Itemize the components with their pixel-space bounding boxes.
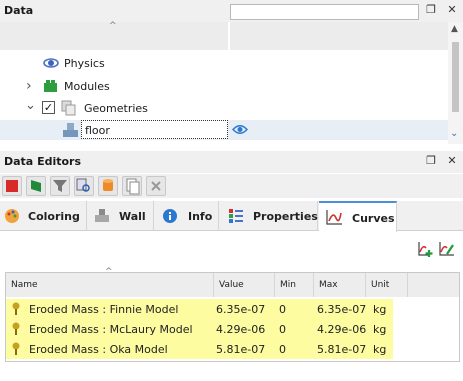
collapse-arrow-icon[interactable]: ⌄ — [25, 98, 36, 113]
cylinder-icon — [103, 179, 113, 191]
column-header-unit[interactable]: Unit — [366, 273, 408, 297]
table-row[interactable]: Eroded Mass : McLaury Model 4.29e-06 0 4… — [6, 319, 393, 339]
copy-button[interactable] — [122, 176, 142, 196]
row-unit: kg — [373, 303, 387, 316]
tree-item-geometries[interactable]: ⌄ ✓ Geometries — [0, 98, 448, 119]
scroll-down-icon[interactable]: ⌄ — [450, 128, 458, 139]
row-name: Eroded Mass : McLaury Model — [29, 323, 193, 336]
find-button[interactable] — [74, 176, 94, 196]
data-search-input[interactable] — [230, 4, 419, 20]
tab-label: Wall — [119, 210, 146, 223]
editors-panel-header: Data Editors ❐ ✕ — [0, 151, 463, 173]
floor-label-box[interactable]: floor — [81, 120, 228, 139]
tree-item-physics[interactable]: Physics — [0, 53, 448, 74]
table-row[interactable]: Eroded Mass : Oka Model 5.81e-07 0 5.81e… — [6, 339, 393, 359]
row-value: 5.81e-07 — [216, 343, 266, 356]
pin-icon — [12, 302, 20, 315]
find-icon — [76, 178, 90, 192]
row-name: Eroded Mass : Oka Model — [29, 343, 168, 356]
edit-curve-icon[interactable] — [438, 240, 456, 258]
physics-icon — [43, 58, 59, 68]
data-panel-header: Data ❐ ✕ — [0, 0, 463, 22]
pin-icon — [12, 322, 20, 335]
cube-button[interactable] — [2, 176, 22, 196]
row-min: 0 — [279, 343, 286, 356]
tree-item-modules[interactable]: › Modules — [0, 76, 448, 97]
flag-button[interactable] — [26, 176, 46, 196]
pin-icon — [12, 342, 20, 355]
restore-icon[interactable]: ❐ — [424, 3, 438, 17]
expand-arrow-icon[interactable]: › — [26, 78, 32, 94]
close-icon[interactable]: ✕ — [445, 3, 459, 17]
remove-icon — [151, 181, 161, 191]
restore-icon[interactable]: ❐ — [424, 154, 438, 168]
scroll-up-icon[interactable]: ▲ — [451, 24, 458, 34]
scroll-thumb[interactable] — [452, 42, 459, 112]
tab-curves[interactable]: Curves — [319, 201, 397, 232]
tab-info[interactable]: Info — [155, 201, 219, 231]
tab-label: Curves — [352, 212, 395, 225]
editors-panel-title: Data Editors — [4, 155, 82, 168]
row-unit: kg — [373, 323, 387, 336]
tree-item-label: floor — [85, 124, 110, 137]
copy-icon — [126, 178, 140, 195]
column-header-name[interactable]: Name — [6, 273, 214, 297]
tree-item-label: Geometries — [84, 102, 148, 115]
palette-icon — [5, 209, 19, 223]
tab-coloring[interactable]: Coloring — [0, 201, 87, 231]
editors-toolbar — [0, 174, 463, 198]
remove-button[interactable] — [146, 176, 166, 196]
green-flag-icon — [31, 180, 41, 192]
tab-label: Properties — [253, 210, 318, 223]
row-min: 0 — [279, 303, 286, 316]
filter-button[interactable] — [50, 176, 70, 196]
row-value: 4.29e-06 — [216, 323, 266, 336]
row-unit: kg — [373, 343, 387, 356]
tree-item-label: Modules — [64, 80, 110, 93]
tree-column-header-2[interactable] — [230, 22, 448, 50]
tree-item-label: Physics — [64, 57, 105, 70]
eye-icon[interactable] — [232, 124, 248, 135]
column-header-max[interactable]: Max — [314, 273, 366, 297]
tree-column-header[interactable]: ^ — [0, 21, 228, 50]
row-max: 6.35e-07 — [317, 303, 367, 316]
row-min: 0 — [279, 323, 286, 336]
tab-properties[interactable]: Properties — [220, 201, 318, 231]
close-icon[interactable]: ✕ — [445, 154, 459, 168]
info-icon — [163, 209, 177, 223]
row-name: Eroded Mass : Finnie Model — [29, 303, 179, 316]
properties-icon — [229, 209, 243, 223]
sort-up-icon: ^ — [109, 21, 117, 31]
curves-table: ^ Name Value Min Max Unit Eroded Mass : … — [5, 267, 460, 362]
floor-icon — [63, 123, 78, 137]
modules-icon — [44, 80, 57, 92]
tree-scrollbar[interactable]: ▲ ⌄ — [448, 22, 463, 144]
column-header-filler — [408, 273, 459, 297]
curves-icon — [326, 210, 342, 225]
tab-label: Info — [188, 210, 213, 223]
data-panel-title: Data — [4, 4, 34, 17]
row-value: 6.35e-07 — [216, 303, 266, 316]
filter-icon — [53, 180, 67, 192]
geometries-icon — [61, 100, 76, 116]
red-cube-icon — [6, 180, 18, 192]
add-curve-icon[interactable] — [417, 240, 435, 258]
column-header-min[interactable]: Min — [275, 273, 314, 297]
geometries-checkbox[interactable]: ✓ — [42, 101, 55, 114]
row-max: 4.29e-06 — [317, 323, 367, 336]
tree-item-floor[interactable]: floor — [0, 120, 448, 140]
tab-wall[interactable]: Wall — [88, 201, 154, 231]
data-tree: ^ Physics › Modules ⌄ ✓ Geometries floor — [0, 21, 448, 144]
editors-tabs: Coloring Wall Info Properties Curves — [0, 201, 463, 232]
wall-icon — [95, 209, 109, 222]
column-header-value[interactable]: Value — [214, 273, 275, 297]
tab-label: Coloring — [28, 210, 80, 223]
row-max: 5.81e-07 — [317, 343, 367, 356]
cylinder-button[interactable] — [98, 176, 118, 196]
table-row[interactable]: Eroded Mass : Finnie Model 6.35e-07 0 6.… — [6, 299, 393, 319]
